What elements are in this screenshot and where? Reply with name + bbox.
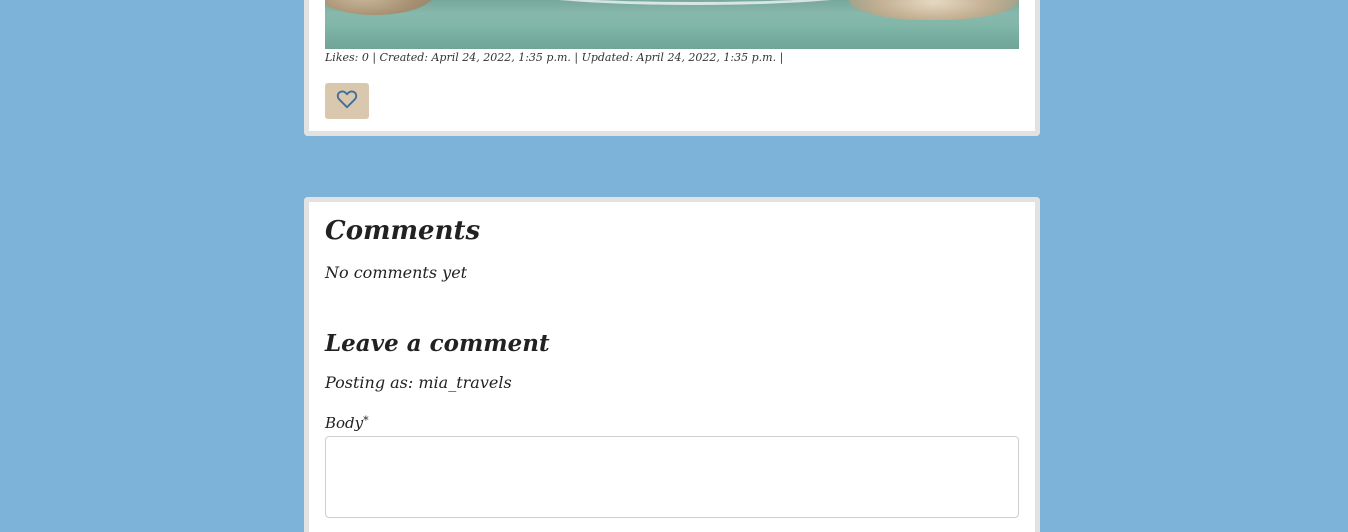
rock-shape — [849, 0, 1019, 20]
comment-body-textarea[interactable] — [325, 436, 1019, 518]
foam-shape — [505, 0, 885, 5]
comments-card: Comments No comments yet Leave a comment… — [304, 197, 1040, 532]
post-meta: Likes: 0 | Created: April 24, 2022, 1:35… — [325, 51, 784, 64]
posting-as-text: Posting as: mia_travels — [325, 373, 512, 392]
post-image — [325, 0, 1019, 49]
heart-outline-icon — [336, 89, 358, 113]
body-label-text: Body — [325, 414, 364, 432]
body-label: Body* — [325, 414, 369, 432]
leave-comment-title: Leave a comment — [325, 330, 550, 357]
like-button[interactable] — [325, 83, 369, 119]
rock-shape — [325, 0, 435, 15]
no-comments-text: No comments yet — [325, 263, 468, 282]
water-shape — [325, 25, 1019, 49]
posting-as-username: mia_travels — [418, 373, 512, 392]
post-card: Likes: 0 | Created: April 24, 2022, 1:35… — [304, 0, 1040, 136]
required-mark: * — [363, 414, 369, 427]
comments-title: Comments — [325, 216, 481, 246]
posting-as-prefix: Posting as: — [325, 373, 419, 392]
